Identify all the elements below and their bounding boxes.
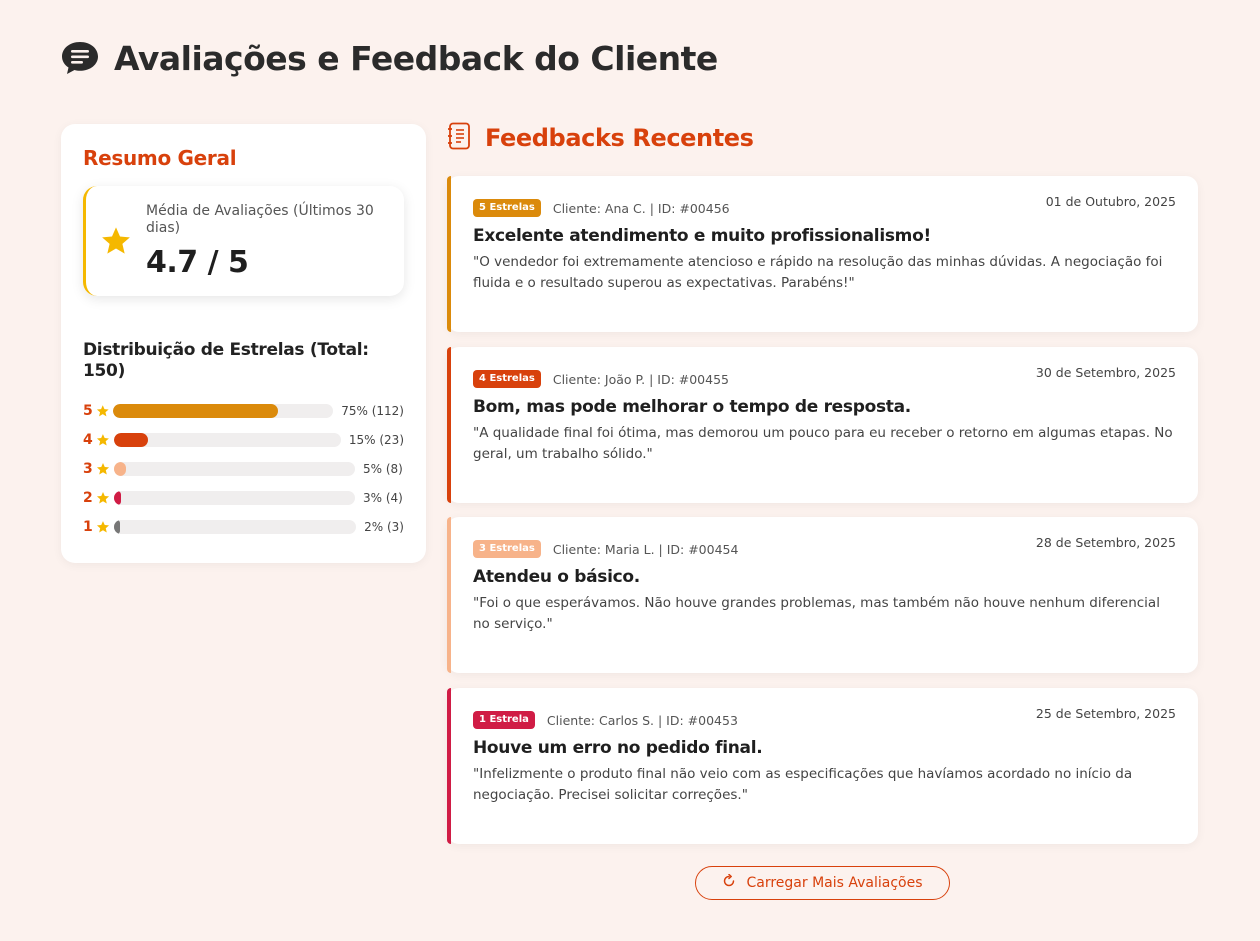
progress-bar	[114, 490, 355, 505]
feedback-date: 25 de Setembro, 2025	[1035, 706, 1176, 721]
distribution-list: 5 75% (112) 4 15% (23) 3 5% (8) 2 3% (4)…	[83, 396, 404, 541]
feedback-title: Atendeu o básico.	[473, 567, 640, 587]
percent-label: 3% (4)	[363, 490, 403, 505]
client-info: Cliente: Maria L. | ID: #00454	[552, 541, 739, 557]
refresh-icon	[722, 873, 736, 892]
distribution-row: 4 15% (23)	[83, 425, 404, 454]
rating-badge: 5 Estrelas	[473, 199, 541, 217]
feedback-title: Bom, mas pode melhorar o tempo de respos…	[473, 397, 911, 417]
star-count: 1	[83, 518, 93, 535]
card-accent	[447, 517, 451, 673]
card-accent	[447, 176, 451, 332]
distribution-row: 3 5% (8)	[83, 454, 404, 483]
percent-label: 2% (3)	[364, 519, 404, 534]
distribution-row: 2 3% (4)	[83, 483, 404, 512]
distribution-title: Distribuição de Estrelas (Total: 150)	[83, 340, 369, 381]
percent-label: 5% (8)	[363, 461, 403, 476]
progress-fill	[113, 403, 279, 418]
percent-label: 15% (23)	[348, 432, 404, 447]
feedback-date: 01 de Outubro, 2025	[1045, 194, 1176, 209]
chat-bubble-icon	[60, 38, 100, 78]
feedback-text: "Foi o que esperávamos. Não houve grande…	[473, 595, 1160, 632]
star-icon	[96, 462, 110, 475]
feed-header: Feedbacks Recentes	[447, 122, 754, 154]
star-icon	[96, 404, 109, 416]
progress-fill	[113, 519, 120, 534]
page-header: Avaliações e Feedback do Cliente	[60, 38, 718, 78]
load-more-button[interactable]: Carregar Mais Avaliações	[695, 866, 950, 900]
progress-bar	[113, 432, 341, 447]
feedback-card: 5 Estrelas Cliente: Ana C. | ID: #00456 …	[447, 176, 1198, 332]
client-info: Cliente: Carlos S. | ID: #00453	[546, 712, 738, 728]
load-more-label: Carregar Mais Avaliações	[746, 875, 923, 891]
star-count: 5	[83, 402, 93, 419]
percent-label: 75% (112)	[341, 403, 404, 418]
client-info: Cliente: João P. | ID: #00455	[552, 371, 729, 387]
summary-title: Resumo Geral	[83, 146, 237, 170]
progress-bar	[113, 519, 357, 534]
summary-card: Resumo Geral Média de Avaliações (Último…	[61, 124, 426, 563]
average-value: 4.7 / 5	[146, 244, 249, 280]
progress-fill	[114, 461, 127, 476]
progress-bar	[113, 403, 334, 418]
page-title: Avaliações e Feedback do Cliente	[114, 38, 718, 78]
progress-fill	[113, 432, 148, 447]
feedback-card: 4 Estrelas Cliente: João P. | ID: #00455…	[447, 347, 1198, 503]
feedback-date: 30 de Setembro, 2025	[1035, 365, 1176, 380]
feedback-text: "O vendedor foi extremamente atencioso e…	[473, 254, 1163, 291]
rating-badge: 1 Estrela	[473, 711, 535, 729]
feedback-title: Houve um erro no pedido final.	[473, 738, 763, 758]
client-info: Cliente: Ana C. | ID: #00456	[552, 200, 730, 216]
notebook-icon	[447, 122, 471, 154]
star-count: 4	[83, 431, 93, 448]
progress-fill	[114, 490, 122, 505]
star-icon	[102, 227, 130, 254]
star-count: 2	[83, 489, 93, 506]
feedback-text: "A qualidade final foi ótima, mas demoro…	[473, 425, 1173, 462]
star-count: 3	[83, 460, 93, 477]
feedback-date: 28 de Setembro, 2025	[1035, 535, 1176, 550]
feed-title: Feedbacks Recentes	[485, 124, 754, 152]
star-icon	[96, 491, 110, 504]
average-label: Média de Avaliações (Últimos 30 dias)	[146, 202, 374, 236]
distribution-row: 5 75% (112)	[83, 396, 404, 425]
feedback-card: 3 Estrelas Cliente: Maria L. | ID: #0045…	[447, 517, 1198, 673]
star-icon	[96, 433, 109, 445]
card-accent	[447, 688, 451, 844]
feedback-title: Excelente atendimento e muito profission…	[473, 226, 931, 246]
progress-bar	[114, 461, 355, 476]
rating-badge: 4 Estrelas	[473, 370, 541, 388]
distribution-row: 1 2% (3)	[83, 512, 404, 541]
feedback-card: 1 Estrela Cliente: Carlos S. | ID: #0045…	[447, 688, 1198, 844]
feedback-text: "Infelizmente o produto final não veio c…	[473, 766, 1133, 803]
rating-badge: 3 Estrelas	[473, 540, 541, 558]
card-accent	[447, 347, 451, 503]
average-rating-box: Média de Avaliações (Últimos 30 dias) 4.…	[83, 186, 404, 296]
star-icon	[96, 520, 109, 533]
